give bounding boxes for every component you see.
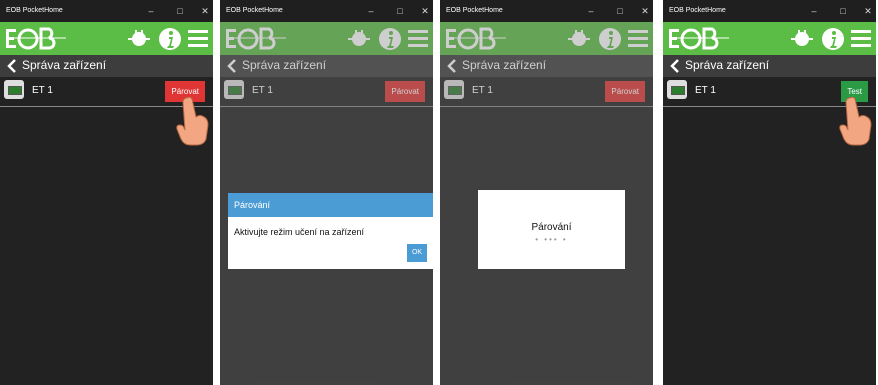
maximize-button[interactable]: □ — [173, 4, 187, 18]
maximize-button[interactable]: □ — [613, 4, 627, 18]
maximize-button[interactable]: □ — [393, 4, 407, 18]
minimize-button[interactable]: – — [364, 4, 378, 18]
plug-icon[interactable] — [128, 27, 150, 51]
header-bar — [663, 22, 876, 55]
minimize-button[interactable]: – — [584, 4, 598, 18]
app-window-1: EOB PocketHome – □ ✕ Správa zařízení ET … — [0, 0, 213, 385]
title-bar: EOB PocketHome – □ ✕ — [663, 0, 876, 22]
window-title: EOB PocketHome — [6, 7, 63, 14]
thermostat-icon — [4, 80, 24, 99]
pairing-dialog: Párování Aktivujte režim učení na zaříze… — [228, 193, 433, 269]
nav-bar: Správa zařízení — [663, 55, 876, 77]
page-title: Správa zařízení — [685, 58, 770, 72]
hand-pointer-icon — [839, 96, 872, 146]
loading-indicator: • ••• • — [535, 235, 568, 244]
pairing-progress-dialog: Párování • ••• • — [478, 190, 625, 269]
close-button[interactable]: ✕ — [638, 4, 652, 18]
menu-icon[interactable] — [188, 27, 208, 51]
ok-button[interactable]: OK — [407, 244, 427, 262]
dialog-title: Párování — [228, 193, 433, 217]
close-button[interactable]: ✕ — [198, 4, 212, 18]
maximize-button[interactable]: □ — [836, 4, 850, 18]
close-button[interactable]: ✕ — [418, 4, 432, 18]
info-icon[interactable] — [821, 27, 845, 51]
device-name: ET 1 — [695, 85, 716, 96]
dialog-message: Aktivujte režim učení na zařízení — [234, 227, 365, 237]
window-title: EOB PocketHome — [669, 7, 726, 14]
page-title: Správa zařízení — [22, 58, 107, 72]
eob-logo — [669, 27, 729, 50]
back-icon[interactable] — [6, 59, 18, 73]
close-button[interactable]: ✕ — [861, 4, 875, 18]
title-bar: EOB PocketHome – □ ✕ — [0, 0, 213, 22]
back-icon[interactable] — [669, 59, 681, 73]
app-window-3: EOB PocketHome – □ ✕ Správa zařízení ET … — [440, 0, 653, 385]
minimize-button[interactable]: – — [807, 4, 821, 18]
app-window-2: EOB PocketHome – □ ✕ Správa zařízení ET … — [220, 0, 433, 385]
eob-logo — [6, 27, 66, 50]
window-title: EOB PocketHome — [446, 7, 503, 14]
nav-bar: Správa zařízení — [0, 55, 213, 77]
menu-icon[interactable] — [851, 27, 871, 51]
title-bar: EOB PocketHome – □ ✕ — [440, 0, 653, 22]
plug-icon[interactable] — [791, 27, 813, 51]
progress-title: Párování — [531, 222, 572, 233]
thermostat-icon — [667, 80, 687, 99]
info-icon[interactable] — [158, 27, 182, 51]
header-bar — [0, 22, 213, 55]
app-window-4: EOB PocketHome – □ ✕ Správa zařízení ET … — [663, 0, 876, 385]
device-name: ET 1 — [32, 85, 53, 96]
title-bar: EOB PocketHome – □ ✕ — [220, 0, 433, 22]
minimize-button[interactable]: – — [144, 4, 158, 18]
hand-pointer-icon — [176, 96, 209, 146]
window-title: EOB PocketHome — [226, 7, 283, 14]
